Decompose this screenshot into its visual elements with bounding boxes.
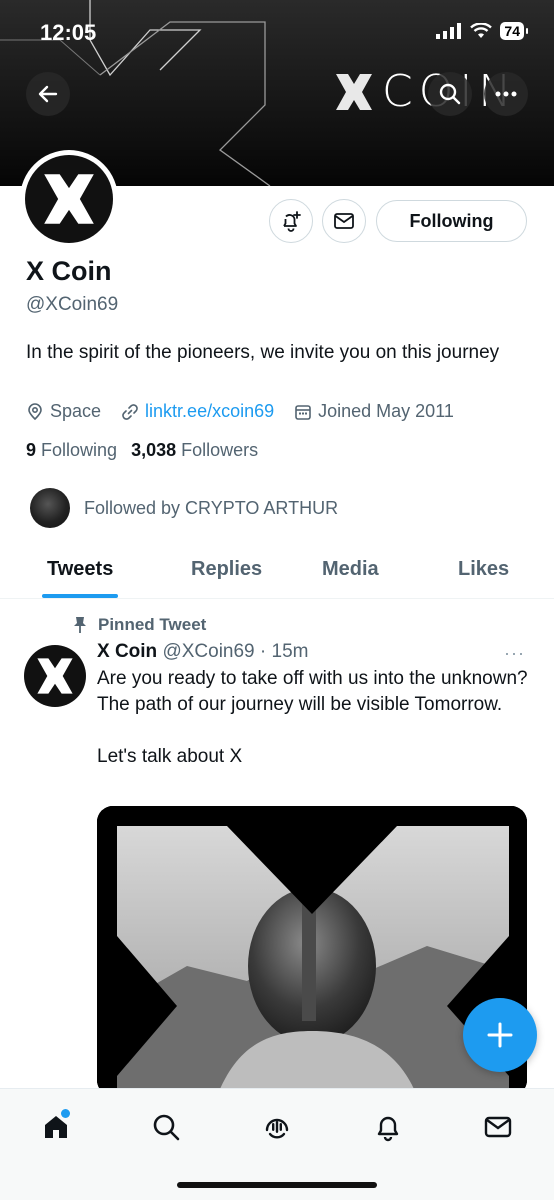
followers-count: 3,038 [131, 440, 177, 460]
compose-tweet-button[interactable] [463, 998, 537, 1072]
tweet-text: Are you ready to take off with us into t… [97, 668, 528, 767]
following-button[interactable]: Following [376, 200, 527, 242]
tab-tweets[interactable]: Tweets [47, 558, 113, 581]
following-label: Following [41, 440, 118, 460]
active-tab-indicator [42, 594, 118, 598]
nav-spaces[interactable] [257, 1107, 297, 1147]
tweet-more-button[interactable]: ··· [504, 643, 525, 664]
more-icon [495, 91, 517, 97]
status-time: 12:05 [40, 20, 97, 45]
mail-icon [484, 1116, 512, 1138]
more-button[interactable] [484, 72, 528, 116]
follower-avatar [30, 488, 70, 528]
tweet-handle-time: @XCoin69 · 15m [162, 641, 309, 662]
following-count: 9 [26, 440, 37, 460]
location-icon [28, 402, 42, 420]
tab-likes[interactable]: Likes [458, 558, 509, 581]
x-logo-icon [44, 174, 94, 224]
back-button[interactable] [26, 72, 70, 116]
followed-by-text: Followed by CRYPTO ARTHUR [84, 497, 339, 518]
signal-icon [436, 23, 462, 39]
profile-bio: In the spirit of the pioneers, we invite… [26, 342, 500, 363]
message-button[interactable] [322, 199, 366, 243]
pinned-text: Pinned Tweet [98, 615, 207, 634]
home-indicator [177, 1182, 377, 1188]
back-arrow-icon [38, 85, 58, 103]
astronaut-image [97, 806, 527, 1096]
profile-avatar[interactable] [20, 150, 118, 248]
joined-text: Joined May 2011 [318, 401, 454, 421]
calendar-icon [295, 404, 311, 420]
website-item[interactable]: linktr.ee/xcoin69 [121, 401, 274, 422]
tweet-media[interactable] [97, 806, 527, 1096]
spaces-icon [265, 1118, 289, 1139]
compose-plus-icon [487, 1022, 513, 1048]
nav-home[interactable] [36, 1107, 76, 1147]
profile-tabs: Tweets Replies Media Likes [0, 548, 554, 599]
following-link[interactable]: 9 Following [26, 440, 117, 461]
notification-subscribe-button[interactable] [269, 199, 313, 243]
x-logo-icon [37, 658, 73, 694]
followers-link[interactable]: 3,038 Followers [131, 440, 258, 461]
profile-meta: Space linktr.ee/xcoin69 Joined May 2011 [26, 401, 474, 422]
bell-icon [377, 1116, 399, 1142]
status-icons: 74 [436, 22, 528, 40]
battery-indicator: 74 [500, 22, 528, 40]
follow-counts: 9 Following 3,038 Followers [26, 440, 258, 461]
nav-messages[interactable] [478, 1107, 518, 1147]
pinned-label: Pinned Tweet [72, 615, 206, 635]
x-logo-icon [336, 74, 372, 110]
tab-media[interactable]: Media [322, 558, 379, 581]
tab-replies[interactable]: Replies [191, 558, 262, 581]
search-button[interactable] [428, 72, 472, 116]
location-text: Space [50, 401, 102, 421]
home-notification-dot [61, 1109, 70, 1118]
tweet-header: X Coin @XCoin69 · 15m [97, 641, 308, 663]
followed-by-row[interactable]: Followed by CRYPTO ARTHUR [30, 488, 338, 528]
mail-icon [334, 213, 354, 229]
search-icon [439, 83, 461, 105]
nav-search[interactable] [146, 1107, 186, 1147]
tweet-avatar[interactable] [24, 645, 86, 707]
notification-plus-icon [283, 211, 301, 232]
location-item: Space [26, 401, 101, 422]
tweet-author[interactable]: X Coin [97, 641, 157, 662]
profile-handle: @XCoin69 [26, 294, 119, 315]
followers-label: Followers [181, 440, 259, 460]
pin-icon [74, 617, 86, 633]
joined-item: Joined May 2011 [294, 401, 454, 422]
profile-name: X Coin [26, 256, 112, 286]
website-link[interactable]: linktr.ee/xcoin69 [145, 401, 274, 422]
search-icon [153, 1114, 180, 1141]
wifi-icon [470, 23, 493, 38]
link-icon [122, 403, 138, 420]
nav-notifications[interactable] [368, 1107, 408, 1147]
